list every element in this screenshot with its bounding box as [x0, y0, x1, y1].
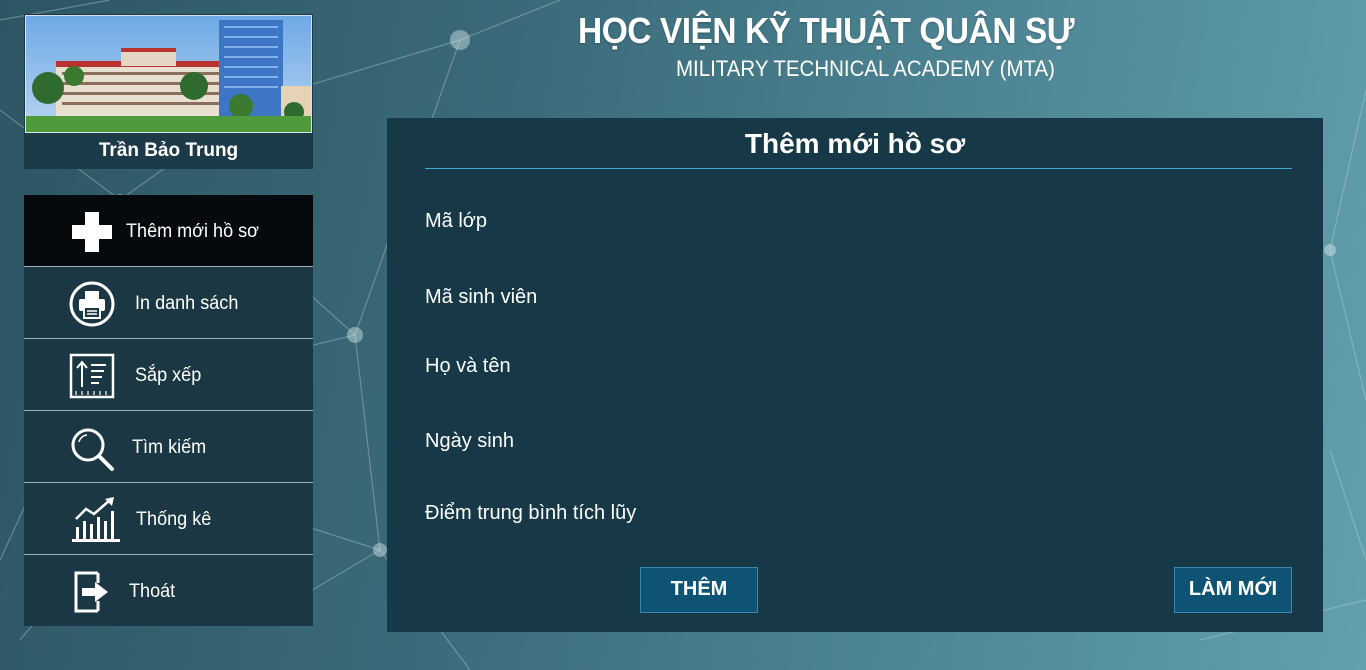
add-button[interactable]: THÊM [640, 567, 758, 613]
printer-icon [69, 281, 115, 327]
field-label-student-id: Mã sinh viên [425, 286, 538, 308]
menu-item-print-list[interactable]: In danh sách [24, 267, 313, 339]
user-name: Trần Bảo Trung [98, 140, 239, 161]
profile-card: Trần Bảo Trung [24, 14, 313, 169]
menu-label-sort: Sắp xếp [135, 365, 202, 386]
search-icon [71, 428, 114, 471]
reset-button[interactable]: LÀM MỚI [1174, 567, 1292, 613]
title-divider [425, 168, 1292, 169]
menu-label-statistics: Thống kê [136, 509, 212, 530]
page-subtitle: MILITARY TECHNICAL ACADEMY (MTA) [676, 56, 1055, 81]
menu-item-statistics[interactable]: Thống kê [24, 483, 313, 555]
field-label-birth-date: Ngày sinh [425, 430, 514, 452]
menu-item-sort[interactable]: Sắp xếp [24, 339, 313, 411]
panel-title: Thêm mới hồ sơ [744, 128, 966, 159]
menu-label-search: Tìm kiếm [132, 437, 207, 458]
plus-icon [72, 212, 112, 252]
menu-item-logout[interactable]: Thoát [24, 555, 313, 626]
add-record-panel: Thêm mới hồ sơ Mã lớp Mã sinh viên Họ và… [387, 118, 1323, 632]
campus-photo [25, 15, 312, 133]
menu-label-add-record: Thêm mới hồ sơ [126, 221, 260, 242]
menu-item-search[interactable]: Tìm kiếm [24, 411, 313, 483]
logout-icon [74, 571, 108, 613]
sort-icon [69, 353, 115, 399]
page-title: HỌC VIỆN KỸ THUẬT QUÂN SỰ [578, 10, 1075, 51]
field-label-gpa: Điểm trung bình tích lũy [425, 502, 637, 524]
menu-label-logout: Thoát [129, 581, 176, 602]
field-label-full-name: Họ và tên [425, 355, 511, 377]
menu-item-add-record[interactable]: Thêm mới hồ sơ [24, 195, 313, 267]
field-label-class-code: Mã lớp [425, 210, 488, 232]
sidebar-menu: Thêm mới hồ sơ In danh sách Sắp xếp Tìm … [24, 195, 313, 626]
chart-icon [72, 497, 120, 542]
menu-label-print-list: In danh sách [135, 293, 239, 314]
